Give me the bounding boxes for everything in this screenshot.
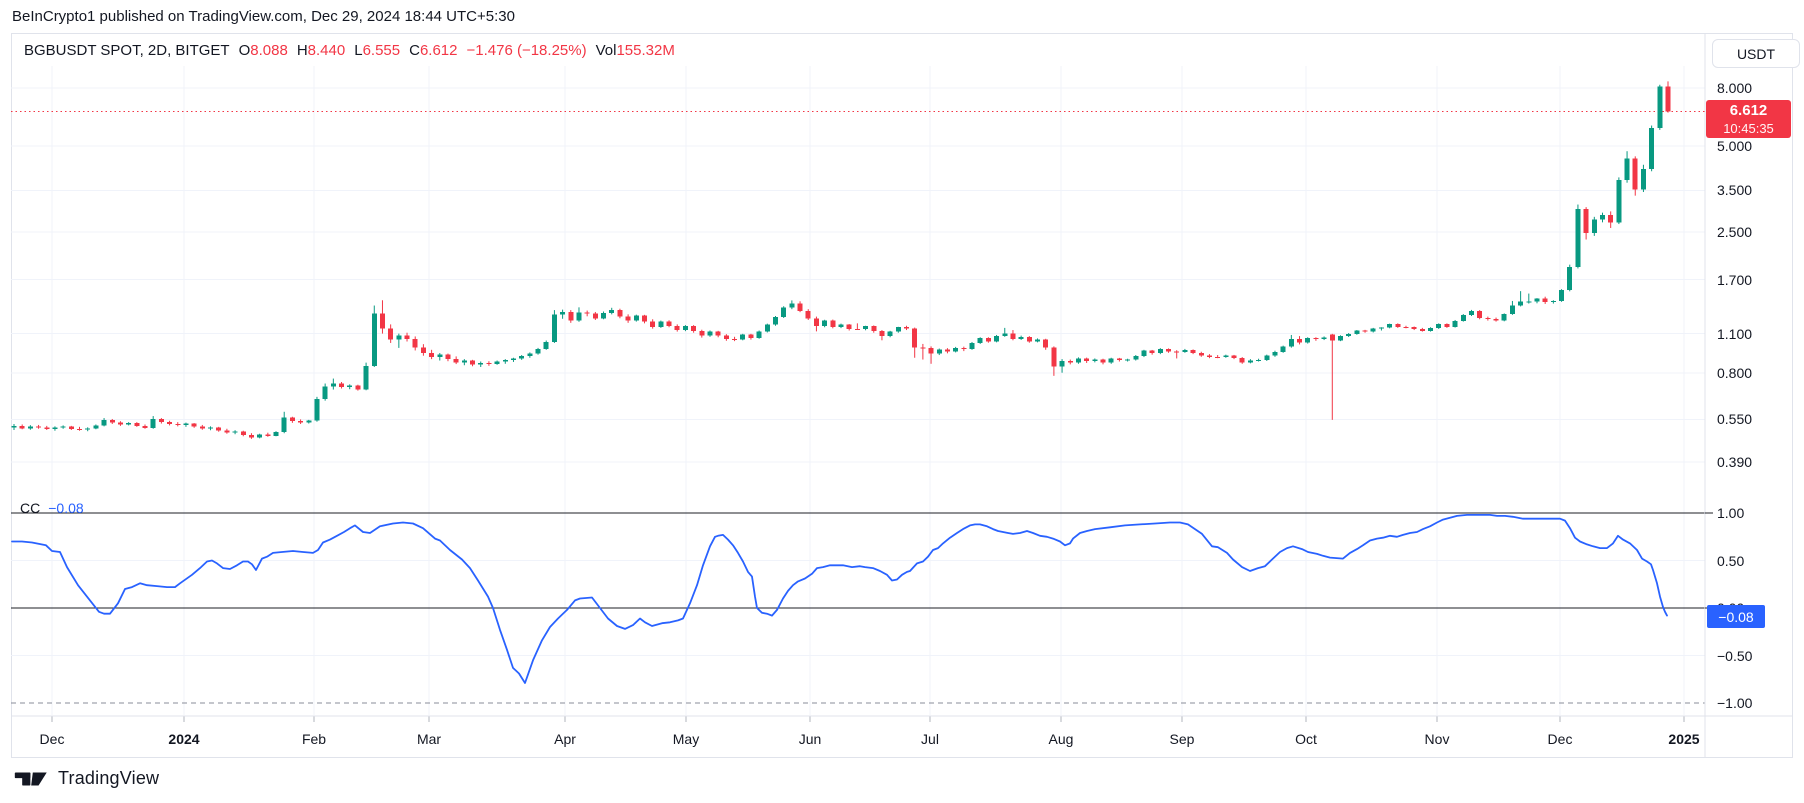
cc-value: −0.08 [48,500,84,516]
time-tick-label: Mar [416,731,442,747]
price-tick-label: 0.800 [1717,365,1753,382]
ohlc-high: H8.440 [296,42,346,59]
candle-countdown: 10:45:35 [1723,120,1774,136]
price-tick-label: 0.550 [1717,411,1753,428]
price-tick-label: 3.500 [1717,182,1753,199]
tradingview-logo-text: TradingView [58,768,160,788]
ohlc-low: L6.555 [354,42,401,59]
cc-tick-label: 0.50 [1717,552,1745,569]
time-tick-label: 2024 [168,731,200,747]
price-tick-label: 0.390 [1717,453,1753,470]
time-tick-label: Nov [1424,731,1450,747]
time-tick-label: Feb [301,731,327,747]
time-tick-label: May [672,731,700,747]
chart-legend: BGBUSDT SPOT, 2D, BITGET O8.088 H8.440 L… [24,42,675,59]
price-tick-label: 5.000 [1717,138,1753,155]
time-tick-label: Apr [554,731,576,747]
cc-indicator-label[interactable]: CC −0.08 [20,500,84,516]
chart-plot-area[interactable] [0,0,1804,803]
time-tick-label: Dec [1547,731,1573,747]
time-tick-label: Dec [39,731,65,747]
price-change: −1.476 (−18.25%) [466,42,587,59]
tradingview-logo-icon [14,771,47,786]
tradingview-logo[interactable]: TradingView [14,768,159,789]
cc-tick-label: −1.00 [1717,695,1753,711]
volume: Vol155.32M [595,42,675,59]
cc-name: CC [20,500,41,516]
last-price-badge: 6.612 10:45:35 [1706,100,1791,138]
time-tick-label: Jun [798,731,822,747]
currency-toggle-button[interactable]: USDT [1712,39,1800,68]
ohlc-close: C6.612 [409,42,458,59]
time-tick-label: Sep [1169,731,1195,747]
price-tick-label: 1.700 [1717,271,1753,288]
price-tick-label: 2.500 [1717,223,1753,240]
time-tick-label: 2025 [1668,731,1700,747]
ohlc-open: O8.088 [238,42,288,59]
time-tick-label: Aug [1048,731,1074,747]
cc-tick-label: 1.00 [1717,505,1745,521]
symbol-title[interactable]: BGBUSDT SPOT, 2D, BITGET [24,42,230,59]
price-tick-label: 1.100 [1717,325,1753,342]
cc-tick-label: −0.50 [1717,647,1753,664]
cc-value-badge: −0.08 [1707,605,1765,628]
time-tick-label: Oct [1295,731,1317,747]
time-tick-label: Jul [921,731,939,747]
price-tick-label: 8.000 [1717,79,1753,96]
